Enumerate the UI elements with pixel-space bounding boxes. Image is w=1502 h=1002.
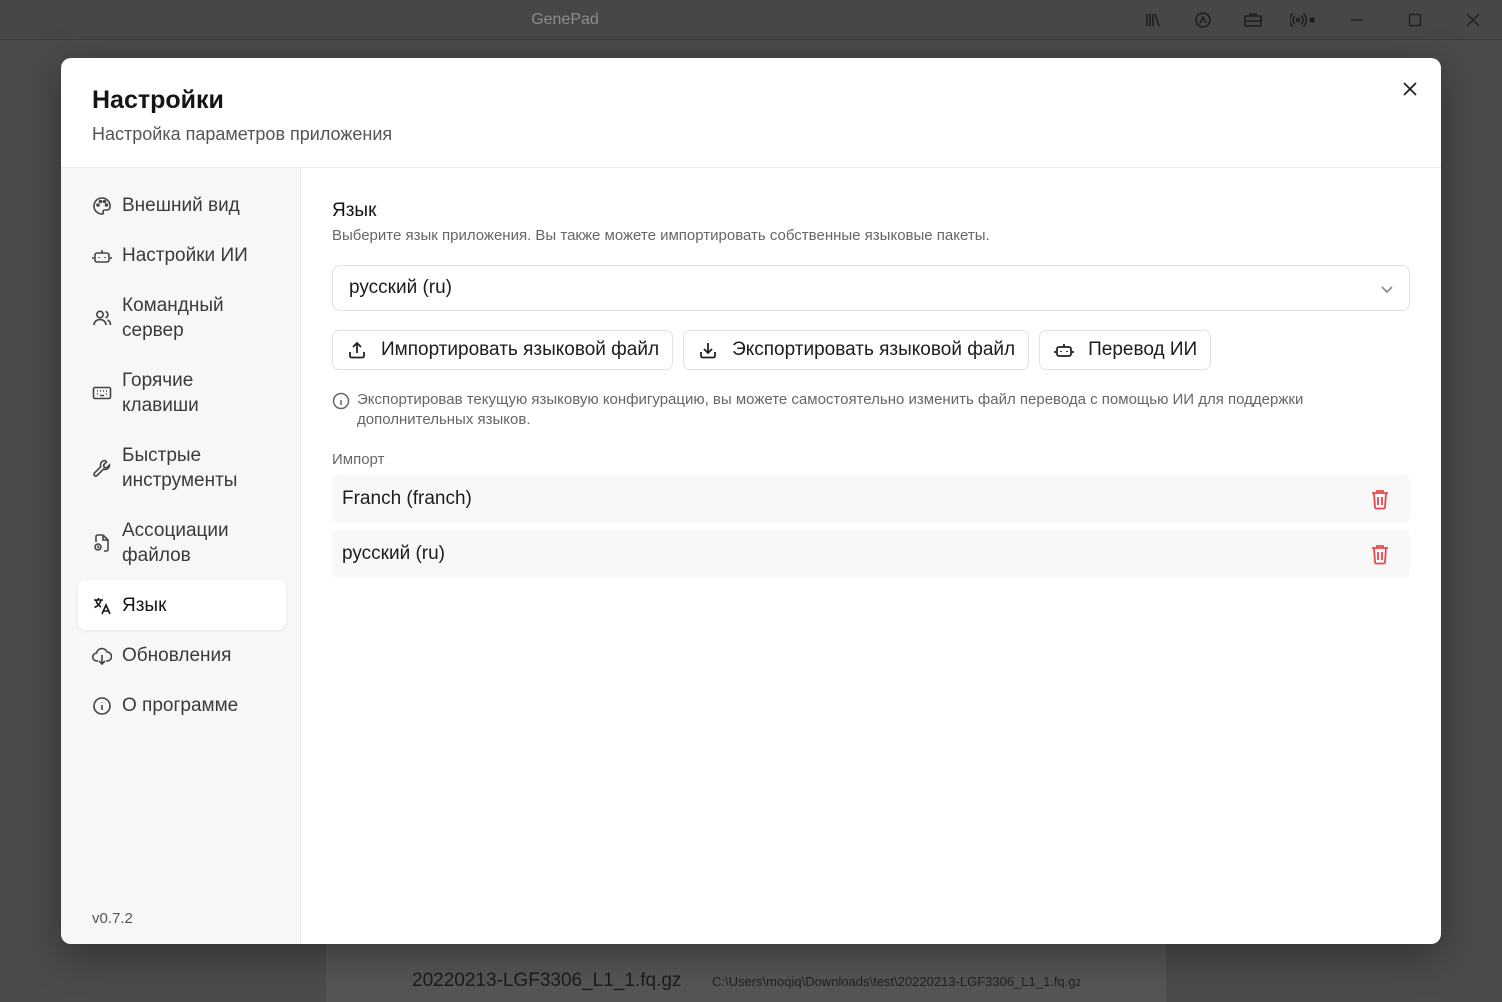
background-file-name: 20220213-LGF3306_L1_1.fq.gz <box>412 970 682 991</box>
minimize-button[interactable] <box>1328 0 1386 40</box>
broadcast-icon[interactable] <box>1278 0 1328 40</box>
nav-item-language[interactable]: Язык <box>78 580 286 630</box>
import-language-button[interactable]: Импортировать языковой файл <box>332 330 674 370</box>
nav-label-ai-settings: Настройки ИИ <box>122 245 248 266</box>
nav-label-hotkeys: Горячие клавиши <box>122 370 199 416</box>
list-item: русский (ru) <box>332 530 1410 578</box>
dialog-title: Настройки <box>92 86 224 114</box>
info-note-text: Экспортировав текущую языковую конфигура… <box>357 391 1304 428</box>
import-language-label: Импортировать языковой файл <box>381 339 660 360</box>
chevron-down-icon <box>1379 281 1395 302</box>
settings-nav: Внешний вид Настройки ИИ Командный серве… <box>78 180 286 730</box>
app-version: v0.7.2 <box>92 910 133 927</box>
trash-icon[interactable] <box>1370 488 1392 510</box>
nav-label-team-server: Командный сервер <box>122 295 224 341</box>
language-select-value: русский (ru) <box>349 277 453 298</box>
upload-icon <box>346 339 368 361</box>
nav-label-quick-tools: Быстрые инструменты <box>122 445 238 491</box>
nav-item-about[interactable]: О программе <box>78 680 286 730</box>
users-icon <box>92 293 112 343</box>
dialog-subtitle: Настройка параметров приложения <box>92 124 393 144</box>
section-title: Язык <box>332 200 377 221</box>
section-description: Выберите язык приложения. Вы также может… <box>332 227 990 244</box>
robot-icon <box>1053 339 1075 361</box>
close-icon <box>1403 82 1417 96</box>
nav-item-hotkeys[interactable]: Горячие клавиши <box>78 355 286 430</box>
nav-item-appearance[interactable]: Внешний вид <box>78 180 286 230</box>
ai-translate-label: Перевод ИИ <box>1088 339 1198 360</box>
language-select[interactable]: русский (ru) <box>332 265 1410 311</box>
ai-translate-button[interactable]: Перевод ИИ <box>1039 330 1212 370</box>
nav-label-updates: Обновления <box>122 645 232 666</box>
language-actions: Импортировать языковой файл Экспортирова… <box>332 330 1221 370</box>
info-icon <box>332 392 350 410</box>
dialog-header: Настройки Настройка параметров приложени… <box>61 58 1441 168</box>
language-name: русский (ru) <box>342 543 446 564</box>
info-icon <box>92 693 112 718</box>
ai-icon[interactable] <box>1178 0 1228 40</box>
maximize-button[interactable] <box>1386 0 1444 40</box>
nav-item-ai-settings[interactable]: Настройки ИИ <box>78 230 286 280</box>
language-icon <box>92 593 112 618</box>
nav-label-about: О программе <box>122 695 239 716</box>
palette-icon <box>92 193 112 218</box>
nav-label-language: Язык <box>122 595 167 616</box>
imported-languages-label: Импорт <box>332 451 385 468</box>
close-window-button[interactable] <box>1444 0 1502 40</box>
nav-item-updates[interactable]: Обновления <box>78 630 286 680</box>
close-dialog-button[interactable] <box>1399 78 1421 100</box>
wrench-icon <box>92 443 112 493</box>
download-icon <box>697 339 719 361</box>
app-title: GenePad <box>531 11 599 28</box>
toolbox-icon[interactable] <box>1228 0 1278 40</box>
export-language-button[interactable]: Экспортировать языковой файл <box>683 330 1030 370</box>
language-name: Franch (franch) <box>342 488 472 509</box>
settings-sidebar: Внешний вид Настройки ИИ Командный серве… <box>61 168 301 944</box>
nav-label-file-associations: Ассоциации файлов <box>122 520 229 566</box>
file-link-icon <box>92 518 112 568</box>
trash-icon[interactable] <box>1370 543 1392 565</box>
robot-icon <box>92 243 112 268</box>
info-note: Экспортировав текущую языковую конфигура… <box>332 390 1410 430</box>
nav-item-file-associations[interactable]: Ассоциации файлов <box>78 505 286 580</box>
nav-item-team-server[interactable]: Командный сервер <box>78 280 286 355</box>
export-language-label: Экспортировать языковой файл <box>732 339 1016 360</box>
nav-item-quick-tools[interactable]: Быстрые инструменты <box>78 430 286 505</box>
cloud-download-icon <box>92 643 112 668</box>
list-item: Franch (franch) <box>332 475 1410 523</box>
background-file-path: C:\Users\moqiq\Downloads\test\20220213-L… <box>712 974 1080 989</box>
imported-languages-list: Franch (franch) русский (ru) <box>332 475 1410 585</box>
keyboard-icon <box>92 368 112 418</box>
library-icon[interactable] <box>1128 0 1178 40</box>
nav-label-appearance: Внешний вид <box>122 195 240 216</box>
window-titlebar: GenePad <box>0 0 1502 40</box>
settings-dialog: Настройки Настройка параметров приложени… <box>61 58 1441 944</box>
